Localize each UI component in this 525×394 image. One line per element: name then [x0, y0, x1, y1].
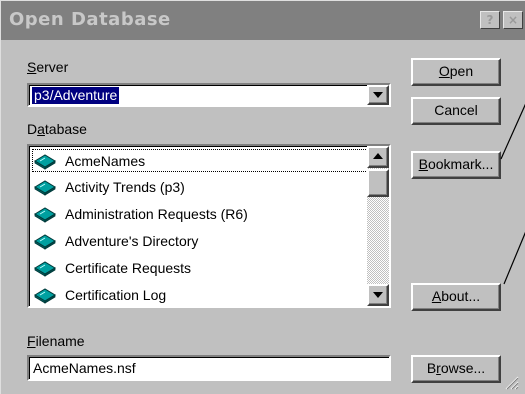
- list-item[interactable]: Adventure's Directory: [29, 227, 389, 254]
- list-item-label: Activity Trends (p3): [65, 178, 185, 195]
- arrow-down-icon: [373, 292, 383, 298]
- help-button[interactable]: ?: [480, 11, 500, 29]
- filename-value[interactable]: AcmeNames.nsf: [33, 359, 136, 377]
- open-button[interactable]: Open: [411, 58, 501, 86]
- bookmark-button[interactable]: Bookmark...: [411, 151, 501, 179]
- callout-lines: [500, 103, 525, 285]
- open-database-dialog: Open Database ? × Server p3/Adventure Da…: [0, 0, 525, 394]
- list-item-label: AcmeNames: [65, 152, 146, 169]
- list-item-label: Adventure's Directory: [65, 232, 199, 249]
- server-label: Server: [27, 59, 69, 75]
- database-icon: [33, 152, 57, 170]
- database-label: Database: [27, 121, 87, 137]
- filename-input[interactable]: AcmeNames.nsf: [27, 355, 391, 381]
- list-item-label: Certification Log: [65, 286, 167, 303]
- database-icon: [33, 286, 57, 304]
- filename-label: Filename: [27, 333, 85, 349]
- database-icon: [33, 259, 57, 277]
- database-rows: AcmeNames Activity Trends (p3) Administrat…: [29, 148, 389, 306]
- close-button[interactable]: ×: [503, 11, 523, 29]
- arrow-up-icon: [373, 153, 383, 159]
- scroll-thumb[interactable]: [367, 169, 389, 197]
- list-item[interactable]: Activity Trends (p3): [29, 173, 389, 200]
- list-item-label: Administration Requests (R6): [65, 205, 248, 222]
- title-bar[interactable]: Open Database ? ×: [1, 1, 525, 40]
- list-scrollbar[interactable]: [367, 146, 389, 306]
- about-button[interactable]: About...: [411, 283, 501, 311]
- browse-button[interactable]: Browse...: [411, 355, 501, 383]
- scroll-down-button[interactable]: [367, 284, 389, 306]
- list-item-label: Certificate Requests: [65, 259, 192, 276]
- chevron-down-icon: [373, 92, 383, 98]
- list-item[interactable]: Certification Log: [29, 281, 389, 306]
- resize-grip-icon[interactable]: [503, 374, 519, 390]
- list-item[interactable]: Administration Requests (R6): [29, 200, 389, 227]
- database-icon: [33, 178, 57, 196]
- server-dropdown-button[interactable]: [367, 85, 389, 105]
- scroll-up-button[interactable]: [367, 146, 389, 168]
- database-list[interactable]: AcmeNames Activity Trends (p3) Administrat…: [27, 144, 391, 308]
- list-item[interactable]: Certificate Requests: [29, 254, 389, 281]
- cancel-button[interactable]: Cancel: [411, 97, 501, 125]
- database-icon: [33, 205, 57, 223]
- list-item[interactable]: AcmeNames: [31, 148, 387, 173]
- server-value[interactable]: p3/Adventure: [32, 87, 120, 104]
- dialog-title: Open Database: [9, 9, 171, 30]
- database-icon: [33, 232, 57, 250]
- server-combobox[interactable]: p3/Adventure: [27, 83, 391, 107]
